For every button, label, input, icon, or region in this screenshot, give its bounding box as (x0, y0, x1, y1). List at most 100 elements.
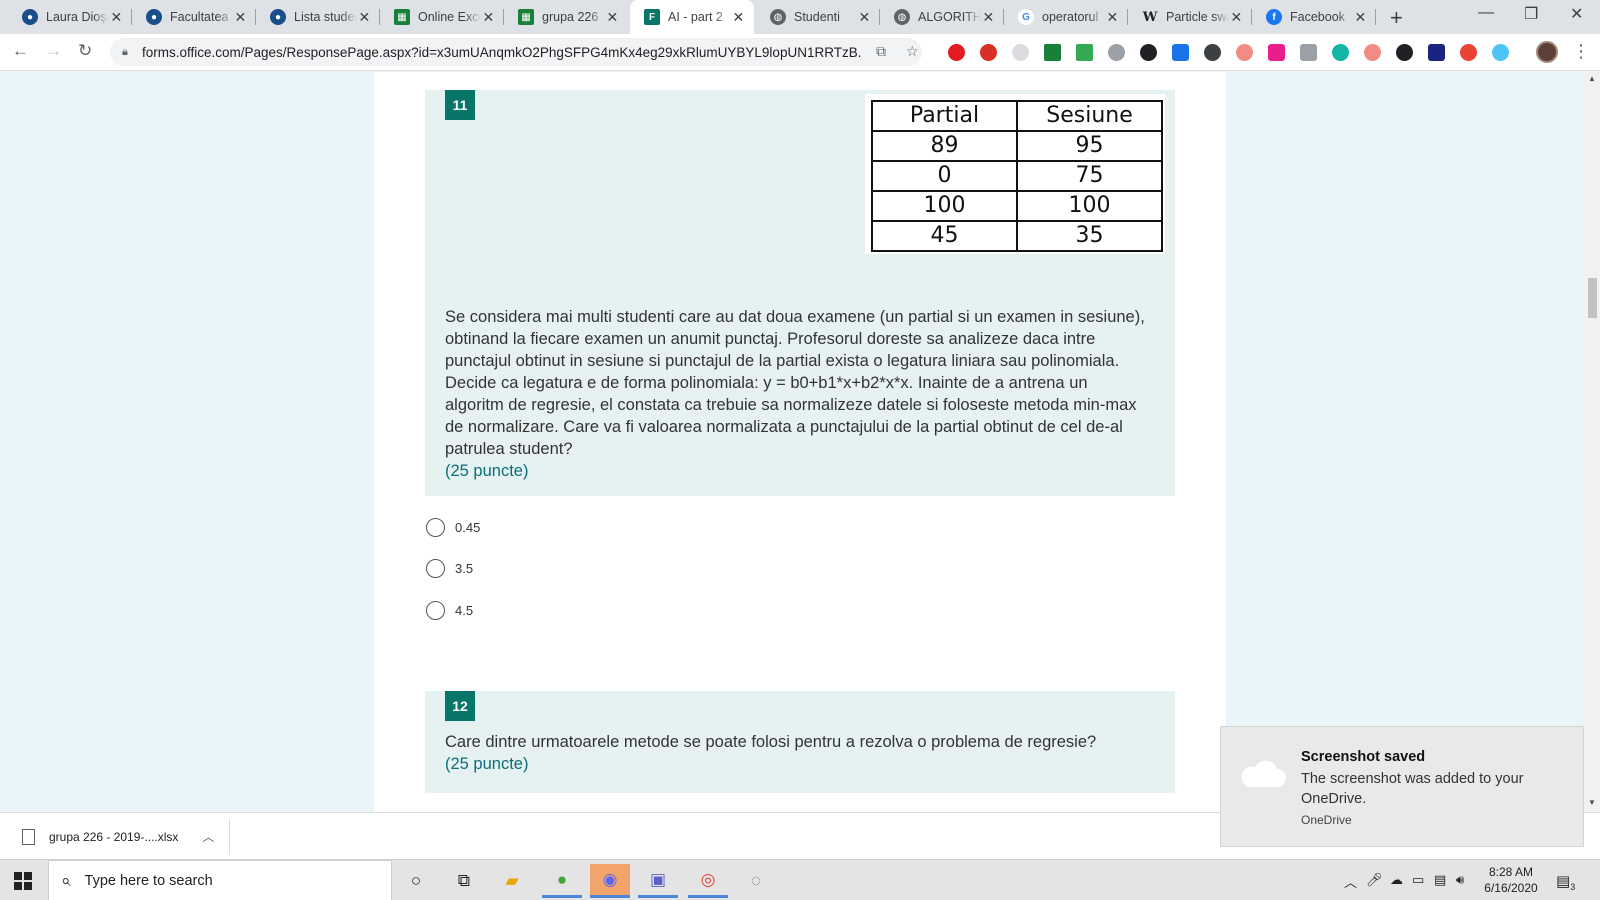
table-cell: 100 (871, 190, 1018, 222)
scrollbar-thumb[interactable] (1588, 278, 1597, 318)
extension-icon[interactable] (1396, 44, 1413, 61)
onedrive-icon[interactable]: ☁ (1390, 872, 1403, 888)
browser-tab[interactable]: ▦ Online Excel ✕ (380, 0, 504, 34)
forms-icon: F (644, 9, 660, 25)
extension-icon[interactable] (1428, 44, 1445, 61)
extension-icon[interactable] (1108, 44, 1125, 61)
chevron-up-icon[interactable]: ︿ (202, 828, 214, 845)
cortana-icon[interactable]: ○ (396, 864, 436, 898)
close-icon[interactable]: ✕ (357, 9, 372, 26)
app-icon[interactable]: ◌ (736, 864, 776, 898)
answer-option[interactable]: 4.5 (426, 601, 473, 620)
extension-icon[interactable] (1364, 44, 1381, 61)
back-icon[interactable]: ← (12, 41, 29, 61)
notification-count: 3 (1570, 882, 1576, 892)
tray-chevron-up-icon[interactable]: ︿ (1344, 872, 1357, 891)
radio-button[interactable] (426, 518, 445, 537)
url-text[interactable]: forms.office.com/Pages/ResponsePage.aspx… (142, 45, 862, 60)
notification-center-icon[interactable]: ▤3 (1556, 872, 1575, 892)
sheets-icon: ▦ (394, 9, 410, 25)
radio-button[interactable] (426, 601, 445, 620)
file-explorer-icon[interactable]: ▰ (492, 864, 532, 898)
browser-tab[interactable]: ▦ grupa 226 ✕ (504, 0, 628, 34)
close-icon[interactable]: ✕ (605, 9, 620, 26)
reload-icon[interactable]: ↻ (78, 41, 92, 61)
scroll-up-arrow-icon[interactable]: ▲ (1588, 74, 1596, 83)
extension-icon[interactable] (980, 44, 997, 61)
extension-icon[interactable] (1012, 44, 1029, 61)
extension-icon[interactable] (1492, 44, 1509, 61)
extension-icon[interactable] (1300, 44, 1317, 61)
extension-icon[interactable] (1268, 44, 1285, 61)
close-icon[interactable]: ✕ (481, 9, 496, 26)
notification-toast[interactable]: Screenshot saved The screenshot was adde… (1220, 726, 1584, 847)
browser-tab[interactable]: ● Laura Dioșan ✕ (8, 0, 132, 34)
close-icon[interactable]: ✕ (731, 9, 746, 26)
clock[interactable]: 8:28 AM 6/16/2020 (1476, 864, 1546, 896)
option-label: 0.45 (455, 520, 481, 535)
close-icon[interactable]: ✕ (233, 9, 248, 26)
browser-tab[interactable]: G operatorul ✕ (1004, 0, 1128, 34)
teams-icon[interactable]: ▣ (638, 864, 678, 898)
question-text: Care dintre urmatoarele metode se poate … (445, 733, 1097, 773)
browser-tab[interactable]: ● Lista studenti ✕ (256, 0, 380, 34)
utorrent-icon[interactable]: ● (542, 864, 582, 898)
browser-tab[interactable]: ◍ Studenti ✕ (756, 0, 880, 34)
extension-icon[interactable] (1044, 44, 1061, 61)
extension-icon[interactable] (948, 44, 965, 61)
taskbar-search[interactable]: ⌕ Type here to search (48, 860, 392, 900)
close-icon[interactable]: ✕ (109, 9, 124, 26)
browser-tab[interactable]: ◍ ALGORITHM ✕ (880, 0, 1004, 34)
browser-tab[interactable]: ● Facultatea de ✕ (132, 0, 256, 34)
restore-icon[interactable]: ❐ (1524, 4, 1538, 24)
chrome-icon[interactable]: ◎ (688, 864, 728, 898)
radio-button[interactable] (426, 559, 445, 578)
task-view-icon[interactable]: ⧉ (444, 864, 484, 898)
scroll-down-arrow-icon[interactable]: ▼ (1588, 798, 1596, 807)
new-tab-icon[interactable]: + (1390, 5, 1403, 31)
moodle-icon: ● (270, 9, 286, 25)
extension-icon[interactable] (1236, 44, 1253, 61)
scrollbar[interactable] (1584, 72, 1600, 812)
battery-icon[interactable]: ▭ (1412, 872, 1424, 888)
discord-icon[interactable]: ◉ (590, 864, 630, 898)
close-icon[interactable]: ✕ (1105, 9, 1120, 26)
table-cell: 89 (871, 130, 1018, 162)
window-close-icon[interactable]: ✕ (1570, 4, 1583, 24)
close-icon[interactable]: ✕ (857, 9, 872, 26)
bookmark-star-icon[interactable]: ☆ (906, 43, 919, 60)
browser-tab-active[interactable]: F AI - part 2 ✕ (630, 0, 754, 34)
minimize-icon[interactable]: — (1478, 4, 1494, 22)
extension-icon[interactable] (1204, 44, 1221, 61)
table-header: Partial (871, 100, 1018, 132)
wikipedia-icon: W (1142, 9, 1158, 25)
extension-icon[interactable] (1140, 44, 1157, 61)
browser-tab[interactable]: W Particle swarm ✕ (1128, 0, 1252, 34)
forward-icon[interactable]: → (45, 41, 62, 61)
microphone-icon[interactable]: 🎤︎ (1366, 872, 1383, 888)
globe-icon: ◍ (770, 9, 786, 25)
option-label: 3.5 (455, 561, 474, 576)
table-cell: 45 (871, 220, 1018, 252)
menu-kebab-icon[interactable]: ⋮ (1572, 41, 1590, 62)
close-icon[interactable]: ✕ (1353, 9, 1368, 26)
browser-tab[interactable]: f Facebook ✕ (1252, 0, 1376, 34)
answer-option[interactable]: 3.5 (426, 559, 473, 578)
close-icon[interactable]: ✕ (981, 9, 996, 26)
network-icon[interactable]: ▤ (1434, 872, 1446, 888)
question-number: 12 (445, 691, 475, 721)
extension-icon[interactable] (1076, 44, 1093, 61)
windows-start-icon[interactable] (14, 872, 32, 890)
volume-icon[interactable]: 🔊︎ (1456, 872, 1464, 888)
answer-option[interactable]: 0.45 (426, 518, 480, 537)
address-bar[interactable]: 🔒︎ forms.office.com/Pages/ResponsePage.a… (110, 38, 922, 66)
translate-icon[interactable]: ⧉ (876, 43, 886, 60)
extension-icon[interactable] (1460, 44, 1477, 61)
download-item[interactable]: grupa 226 - 2019-....xlsx ︿ (10, 819, 230, 854)
lock-icon: 🔒︎ (122, 46, 128, 58)
profile-avatar[interactable] (1536, 41, 1558, 63)
extension-icon[interactable] (1172, 44, 1189, 61)
table-cell: 100 (1016, 190, 1163, 222)
close-icon[interactable]: ✕ (1229, 9, 1244, 26)
extension-icon[interactable] (1332, 44, 1349, 61)
